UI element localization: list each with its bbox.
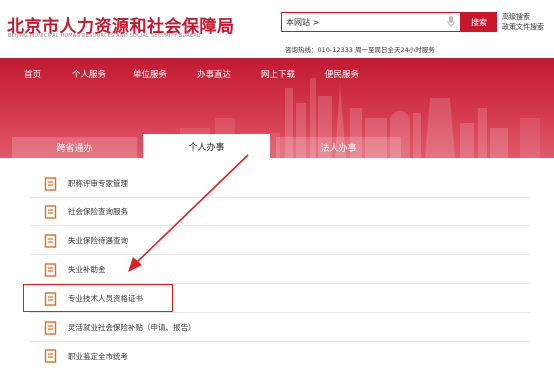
list-item[interactable]: 失业补助金 bbox=[30, 256, 530, 284]
nav-convenience-services[interactable]: 便民服务 bbox=[325, 68, 359, 80]
document-icon bbox=[44, 320, 57, 335]
advanced-search-link[interactable]: 高级搜索 bbox=[502, 12, 544, 22]
list-item-label: 失业保险待遇查询 bbox=[68, 236, 128, 245]
nav-personal-services[interactable]: 个人服务 bbox=[72, 68, 106, 80]
tab-cross-province[interactable]: 跨省通办 bbox=[12, 137, 137, 158]
list-item[interactable]: 失业保险待遇查询 bbox=[30, 227, 530, 255]
nav-home[interactable]: 首页 bbox=[24, 68, 41, 80]
document-icon bbox=[44, 233, 57, 248]
service-tabs: 跨省通办 个人办事 法人办事 bbox=[0, 134, 554, 158]
list-item[interactable]: 职业鉴定全市统考 bbox=[30, 342, 530, 370]
search-button[interactable]: 搜索 bbox=[461, 12, 497, 32]
nav-direct-services[interactable]: 办事直达 bbox=[197, 68, 231, 80]
document-icon bbox=[44, 204, 57, 219]
highlight-box bbox=[23, 284, 173, 312]
list-item-label: 灵活就业社会保险补贴（申请、报告） bbox=[68, 323, 196, 332]
site-subtitle: BEIJING MUNICIPAL HUMAN RESOURCES AND SO… bbox=[8, 33, 201, 39]
document-icon bbox=[44, 262, 57, 277]
document-icon bbox=[44, 349, 57, 363]
hotline-text: 咨询热线：010-12333 周一至周日全天24小时服务 bbox=[285, 46, 435, 54]
document-icon bbox=[44, 176, 57, 191]
site-header: 北京市人力资源和社会保障局 BEIJING MUNICIPAL HUMAN RE… bbox=[0, 0, 554, 58]
list-item-label: 职称评审专家管理 bbox=[68, 179, 128, 188]
search-scope-select[interactable]: 本网站 > bbox=[282, 17, 446, 28]
main-nav: 首页 个人服务 单位服务 办事直达 网上下载 便民服务 bbox=[0, 64, 554, 84]
list-item-label: 社会保险查询服务 bbox=[68, 207, 128, 216]
list-item[interactable]: 灵活就业社会保险补贴（申请、报告） bbox=[30, 314, 530, 342]
search-input[interactable]: 本网站 > bbox=[281, 12, 461, 32]
policy-search-link[interactable]: 政策文件搜索 bbox=[502, 22, 544, 32]
tab-personal-affairs[interactable]: 个人办事 bbox=[143, 134, 270, 158]
advanced-search-links: 高级搜索 政策文件搜索 bbox=[502, 12, 544, 32]
list-item[interactable]: 社会保险查询服务 bbox=[30, 198, 530, 226]
list-item-label: 职业鉴定全市统考 bbox=[68, 351, 128, 361]
nav-employer-services[interactable]: 单位服务 bbox=[133, 68, 167, 80]
microphone-icon[interactable] bbox=[446, 15, 456, 29]
tab-legal-entity-affairs[interactable]: 法人办事 bbox=[276, 137, 401, 158]
list-item[interactable]: 职称评审专家管理 bbox=[30, 170, 530, 198]
list-item-label: 失业补助金 bbox=[68, 265, 106, 274]
nav-downloads[interactable]: 网上下载 bbox=[261, 68, 295, 80]
